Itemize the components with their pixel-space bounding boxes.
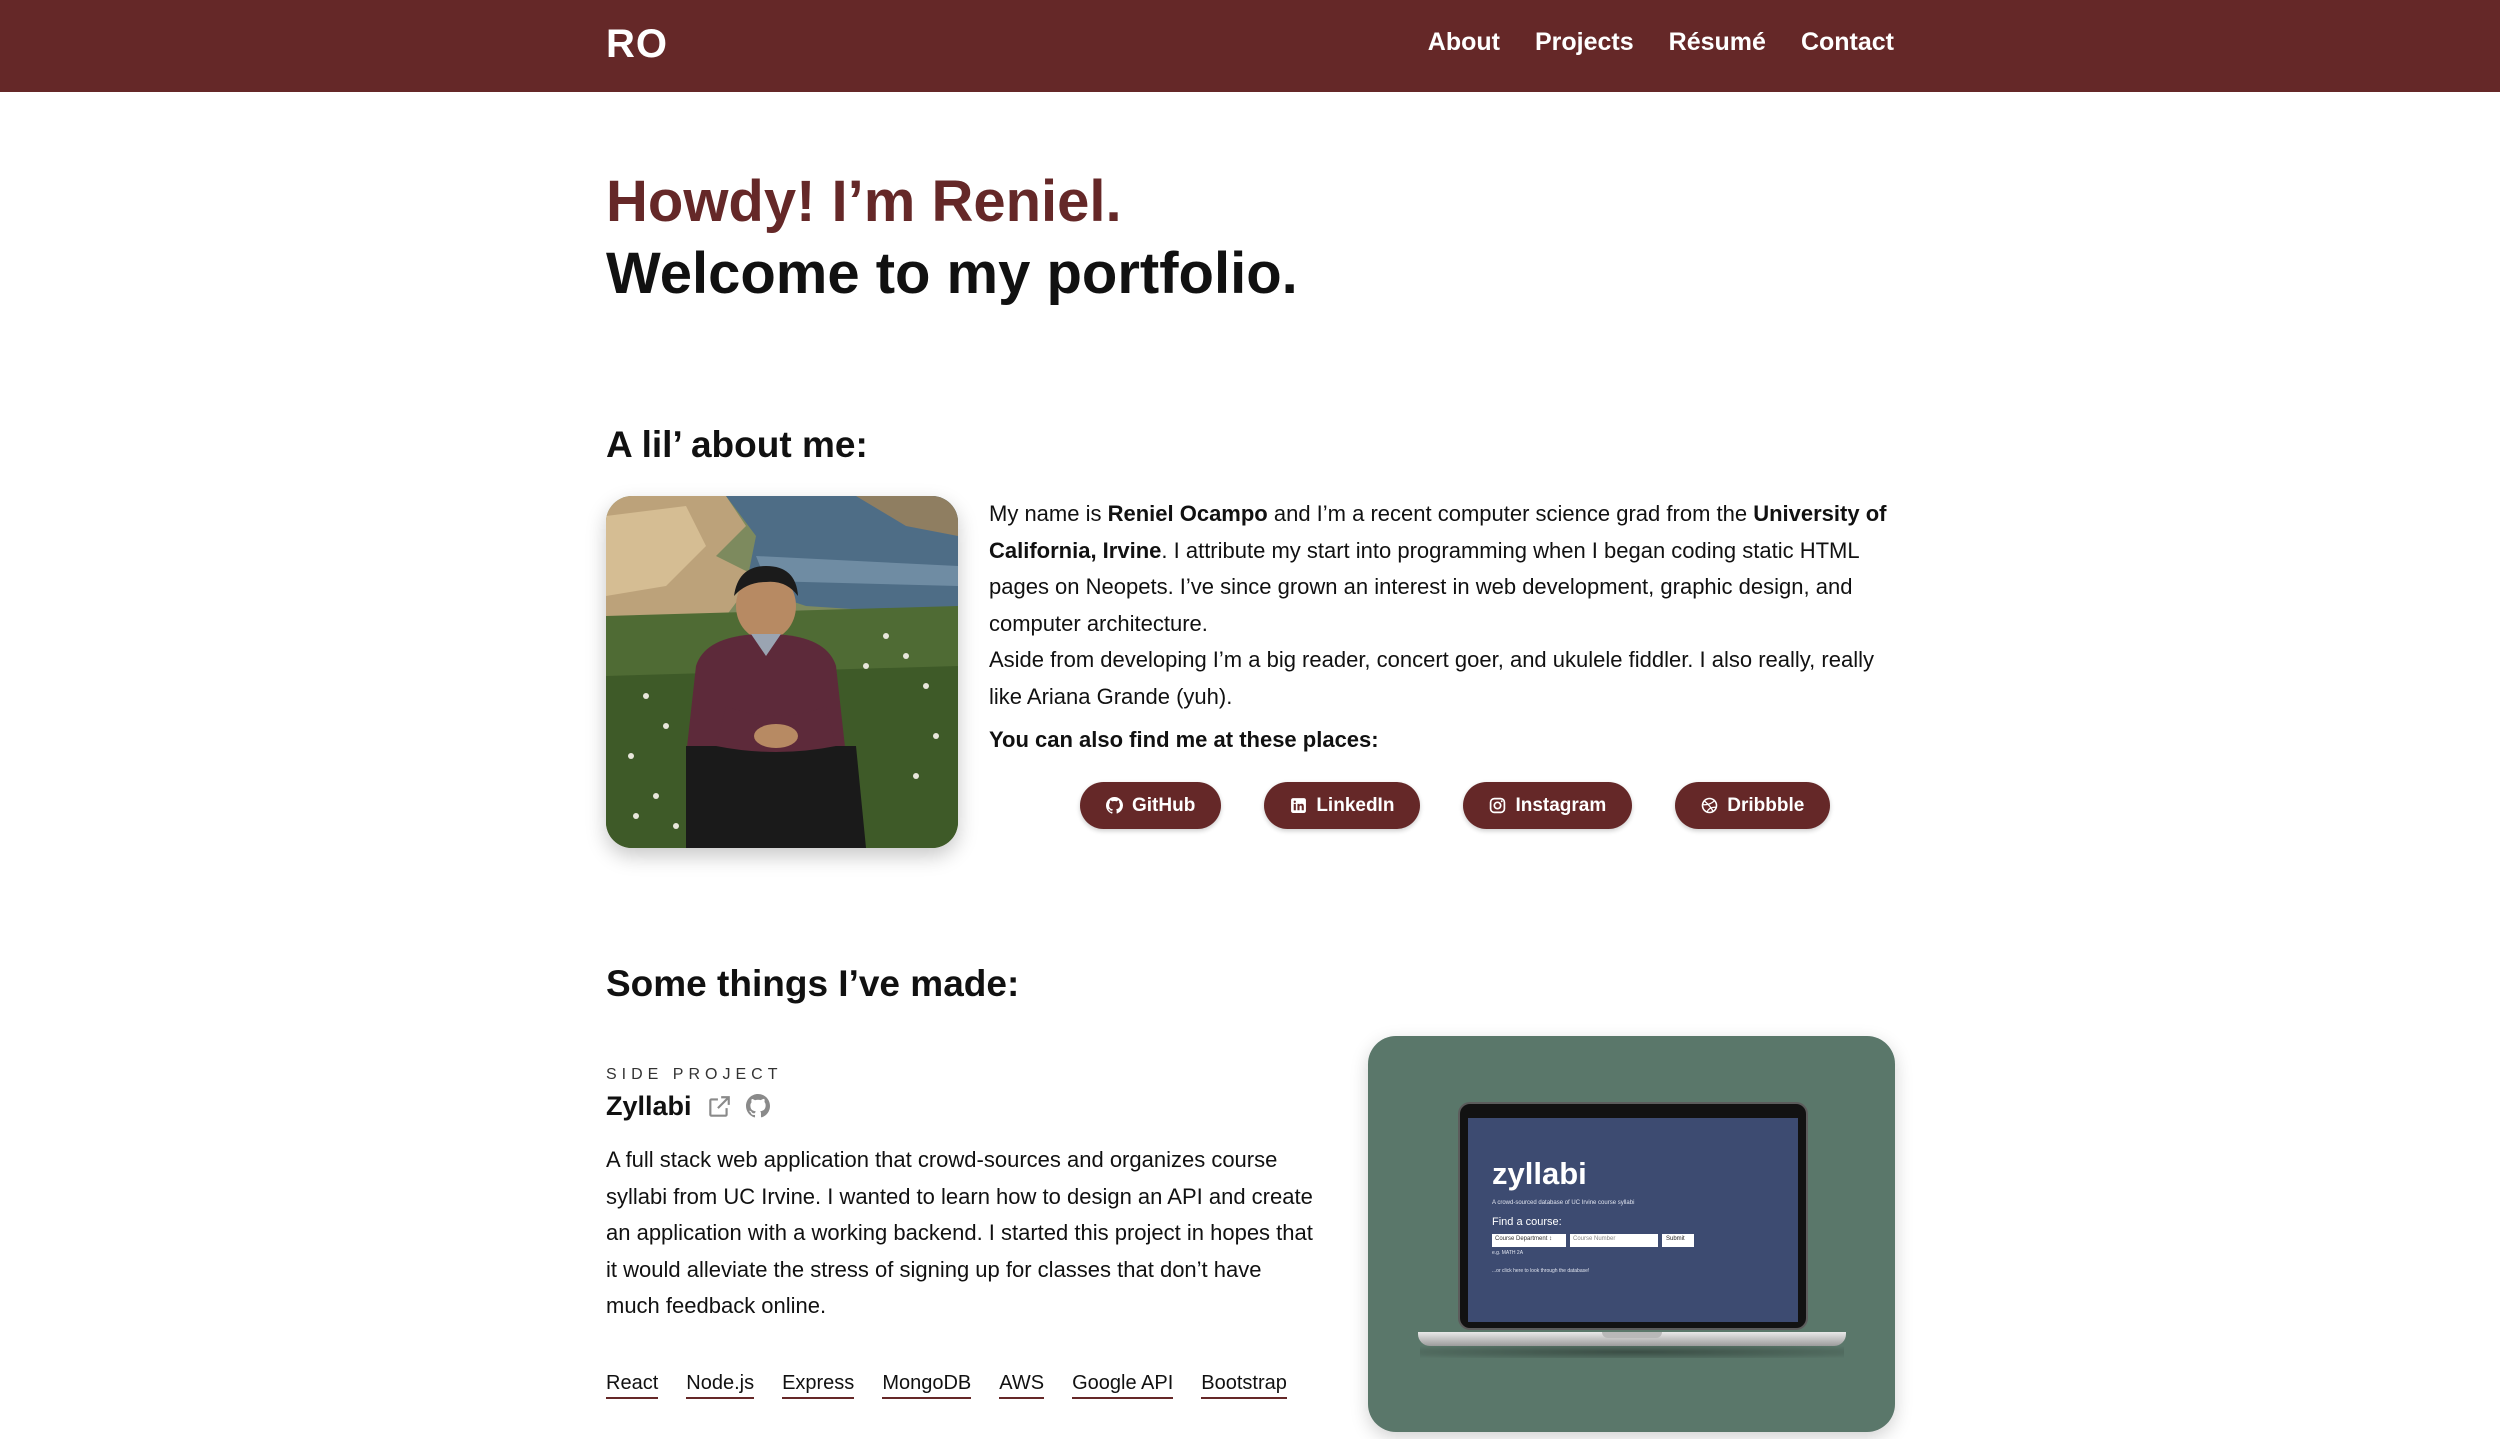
nav-link-resume[interactable]: Résumé [1669, 28, 1766, 57]
linkedin-label: LinkedIn [1316, 794, 1395, 816]
profile-photo [606, 496, 958, 848]
tech-tag[interactable]: Node.js [686, 1372, 755, 1399]
linkedin-icon [1291, 798, 1307, 813]
laptop-notch [1602, 1332, 1662, 1338]
social-links: GitHub LinkedIn Instagram Dribbble [1080, 782, 1831, 829]
tech-tag[interactable]: MongoDB [882, 1372, 972, 1399]
zyllabi-department-select: Course Department ↕ [1492, 1234, 1566, 1247]
project-preview-card[interactable]: zyllabi A crowd-sourced database of UC I… [1368, 1036, 1895, 1432]
zyllabi-click-text: ...or click here to look through the dat… [1492, 1268, 1590, 1274]
bio-text: and I’m a recent computer science grad f… [1267, 501, 1754, 526]
hero: Howdy! I’m Reniel. Welcome to my portfol… [606, 166, 1298, 310]
brand-logo[interactable]: RO [606, 22, 668, 67]
hero-greeting: Howdy! I’m Reniel. [606, 169, 1122, 234]
nav-links: About Projects Résumé Contact [1428, 28, 1894, 57]
tech-tag[interactable]: React [606, 1372, 659, 1399]
zyllabi-example: e.g. MATH 2A [1492, 1250, 1524, 1256]
bio-text: My name is [989, 501, 1108, 526]
dribbble-label: Dribbble [1727, 794, 1805, 816]
tech-tags: React Node.js Express MongoDB AWS Google… [606, 1372, 1287, 1399]
project-title-row: Zyllabi [606, 1091, 772, 1122]
github-icon [1106, 797, 1123, 814]
instagram-button[interactable]: Instagram [1463, 782, 1633, 829]
project-type-label: SIDE PROJECT [606, 1066, 783, 1083]
tech-tag[interactable]: Google API [1072, 1372, 1174, 1399]
about-heading: A lil’ about me: [606, 424, 868, 465]
tech-tag[interactable]: AWS [999, 1372, 1045, 1399]
zyllabi-course-input: Course Number [1570, 1234, 1658, 1247]
tech-tag[interactable]: Bootstrap [1201, 1372, 1287, 1399]
navbar: RO About Projects Résumé Contact [0, 0, 2500, 92]
nav-link-projects[interactable]: Projects [1535, 28, 1634, 57]
dribbble-icon [1701, 797, 1718, 814]
tech-tag[interactable]: Express [782, 1372, 855, 1399]
instagram-label: Instagram [1515, 794, 1607, 816]
about-bio: My name is Reniel Ocampo and I’m a recen… [989, 496, 1894, 715]
github-label: GitHub [1132, 794, 1196, 816]
bio-name: Reniel Ocampo [1107, 501, 1268, 526]
linkedin-button[interactable]: LinkedIn [1264, 782, 1421, 829]
dribbble-button[interactable]: Dribbble [1675, 782, 1831, 829]
nav-link-about[interactable]: About [1428, 28, 1500, 57]
hero-welcome: Welcome to my portfolio. [606, 241, 1298, 306]
bio-paragraph-2: Aside from developing I’m a big reader, … [989, 647, 1874, 709]
project-name: Zyllabi [606, 1091, 692, 1121]
github-button[interactable]: GitHub [1080, 782, 1222, 829]
github-icon[interactable] [745, 1093, 772, 1120]
zyllabi-subtitle: A crowd-sourced database of UC Irvine co… [1492, 1200, 1635, 1206]
project-description: A full stack web application that crowd-… [606, 1147, 1313, 1318]
external-link-icon[interactable] [706, 1094, 732, 1120]
zyllabi-find-label: Find a course: [1492, 1216, 1562, 1228]
bio-paragraph-1: My name is Reniel Ocampo and I’m a recen… [989, 496, 1894, 642]
find-me-label: You can also find me at these places: [989, 727, 1379, 752]
zyllabi-submit-button: Submit [1662, 1234, 1694, 1247]
nav-link-contact[interactable]: Contact [1801, 28, 1894, 57]
projects-heading: Some things I’ve made: [606, 963, 1020, 1004]
zyllabi-logo: zyllabi [1492, 1156, 1587, 1191]
laptop-shadow [1420, 1346, 1844, 1358]
instagram-icon [1490, 797, 1506, 814]
